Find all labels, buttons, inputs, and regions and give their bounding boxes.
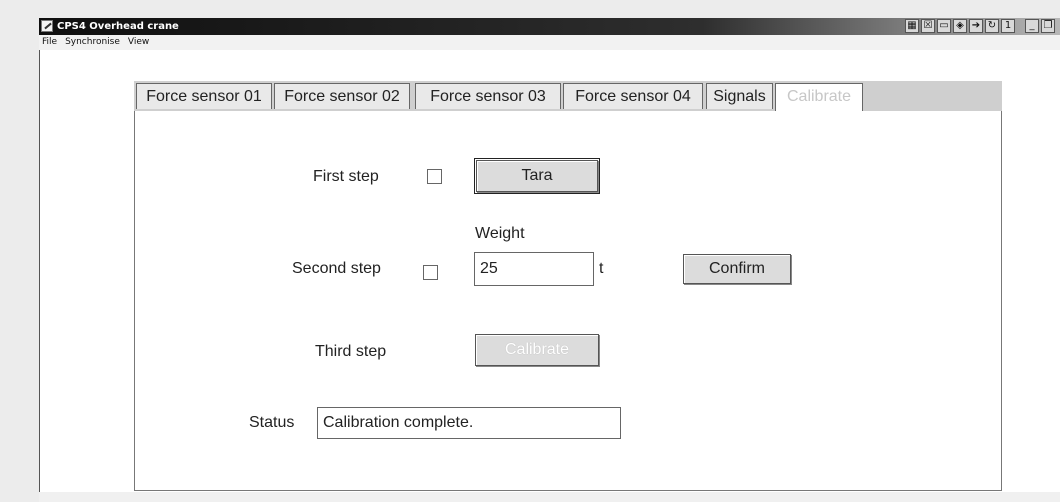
weight-label: Weight — [475, 225, 525, 242]
weight-unit-label: t — [599, 260, 604, 277]
title-bar[interactable]: CPS4 Overhead crane ▦ ☒ ▭ ◈ ➔ ↻ 1 _ ❐ — [39, 18, 1060, 35]
tab-force-sensor-04[interactable]: Force sensor 04 — [563, 83, 703, 109]
menu-bar: File Synchronise View — [39, 35, 1060, 50]
second-step-label: Second step — [292, 260, 381, 277]
diamond-arrow-icon[interactable]: ◈ — [953, 19, 967, 33]
confirm-button[interactable]: Confirm — [683, 254, 791, 284]
application-frame: CPS4 Overhead crane ▦ ☒ ▭ ◈ ➔ ↻ 1 _ ❐ Fi… — [0, 0, 1060, 502]
tab-signals[interactable]: Signals — [706, 83, 773, 109]
restore-icon[interactable]: ❐ — [1041, 19, 1055, 33]
status-label: Status — [249, 414, 295, 431]
app-icon — [41, 20, 53, 32]
menu-synchronise[interactable]: Synchronise — [65, 35, 120, 50]
client-area: Force sensor 01 Force sensor 02 Force se… — [39, 50, 1060, 492]
minimize-icon[interactable]: _ — [1025, 19, 1039, 33]
grid-icon[interactable]: ▦ — [905, 19, 919, 33]
page-arrow-icon[interactable]: ➔ — [969, 19, 983, 33]
tab-force-sensor-02[interactable]: Force sensor 02 — [274, 83, 410, 109]
tara-button[interactable]: Tara — [474, 158, 600, 194]
window-title: CPS4 Overhead crane — [57, 21, 179, 32]
refresh-icon[interactable]: ↻ — [985, 19, 999, 33]
first-step-checkbox[interactable] — [427, 169, 442, 184]
second-step-checkbox[interactable] — [423, 265, 438, 280]
calibrate-button[interactable]: Calibrate — [475, 334, 599, 366]
calibrate-panel: First step Tara Weight Second step 25 t … — [134, 111, 1002, 491]
menu-file[interactable]: File — [42, 35, 57, 50]
status-field: Calibration complete. — [317, 407, 621, 439]
third-step-label: Third step — [315, 343, 387, 360]
weight-input[interactable]: 25 — [474, 252, 594, 286]
monitor-icon[interactable]: ▭ — [937, 19, 951, 33]
number-one-icon[interactable]: 1 — [1001, 19, 1015, 33]
menu-view[interactable]: View — [128, 35, 149, 50]
crossed-box-icon[interactable]: ☒ — [921, 19, 935, 33]
tab-force-sensor-01[interactable]: Force sensor 01 — [136, 83, 272, 109]
titlebar-toolbar: ▦ ☒ ▭ ◈ ➔ ↻ 1 _ ❐ — [905, 19, 1055, 34]
tab-force-sensor-03[interactable]: Force sensor 03 — [415, 83, 561, 109]
tab-calibrate[interactable]: Calibrate — [775, 83, 863, 111]
tab-strip: Force sensor 01 Force sensor 02 Force se… — [134, 81, 1002, 111]
first-step-label: First step — [313, 168, 379, 185]
bottom-edge — [39, 492, 1060, 502]
